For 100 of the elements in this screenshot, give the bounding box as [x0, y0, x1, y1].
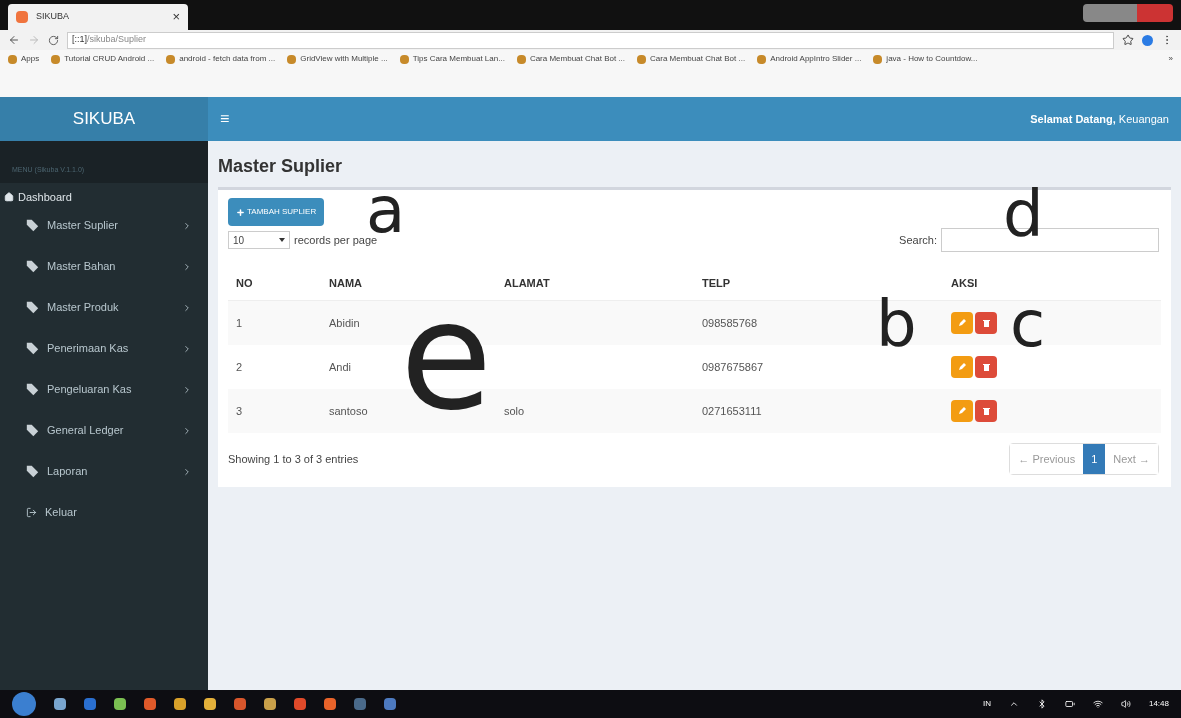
taskbar-app-icon[interactable]	[324, 698, 336, 710]
pencil-icon	[958, 319, 966, 327]
sidebar-item[interactable]: Keluar	[0, 492, 208, 533]
table-cell-text: 0987675867	[701, 359, 765, 375]
add-button[interactable]: TAMBAH SUPLIER	[228, 198, 325, 226]
star-icon[interactable]	[1122, 34, 1134, 46]
chevron-icon	[182, 261, 192, 272]
taskbar-app-icon[interactable]	[114, 698, 126, 710]
column-header[interactable]: ALAMAT	[496, 274, 694, 292]
table-cell-text: 2	[235, 359, 244, 375]
sign-out-icon	[26, 507, 37, 518]
chevron-icon	[182, 425, 192, 436]
table-cell-text: 0271653111	[701, 403, 763, 419]
sidebar-item[interactable]: Laporan	[0, 451, 208, 492]
url-host: [::1]	[72, 33, 87, 47]
chevron-icon	[182, 220, 192, 231]
column-header[interactable]: NO	[228, 274, 321, 292]
browser-tab[interactable]: SIKUBA ×	[8, 4, 188, 30]
address-field[interactable]: [::1]/sikuba/Suplier	[67, 31, 1114, 49]
back-icon[interactable]	[8, 34, 20, 46]
tag-icon	[26, 301, 39, 314]
taskbar-app-icon[interactable]	[144, 698, 156, 710]
annotation-letter: e	[400, 300, 493, 413]
table-cell-text: 3	[235, 403, 244, 419]
table-cell-text: Abidin	[328, 315, 361, 331]
tag-icon	[26, 465, 39, 478]
page-size-select[interactable]: 10	[228, 231, 290, 249]
delete-button[interactable]	[975, 356, 997, 378]
home-icon	[4, 192, 14, 202]
chevron-icon	[182, 343, 192, 354]
taskbar-app-icon[interactable]	[264, 698, 276, 710]
pencil-icon	[958, 407, 966, 415]
battery-icon[interactable]	[1064, 699, 1075, 709]
sidebar-item[interactable]: Master Produk	[0, 287, 208, 328]
bookmark-link[interactable]: Tips Cara Membuat Lan...	[399, 53, 505, 65]
search-label: Search:	[899, 232, 937, 248]
trash-icon	[982, 407, 990, 415]
taskbar-app-icon[interactable]	[174, 698, 186, 710]
column-header[interactable]: TELP	[694, 274, 943, 292]
chevron-icon	[182, 302, 192, 313]
bookmark-link[interactable]: Tutorial CRUD Android ...	[51, 53, 155, 65]
extension-icon[interactable]	[1142, 34, 1153, 46]
tag-icon	[26, 424, 39, 437]
start-icon[interactable]	[12, 692, 36, 716]
annotation-letter: c	[1010, 300, 1046, 348]
bookmark-link[interactable]: GridView with Multiple ...	[287, 53, 388, 65]
more-bookmarks-icon[interactable]: »	[1168, 53, 1173, 65]
page-title: Master Suplier	[218, 155, 344, 178]
taskbar-app-icon[interactable]	[204, 698, 216, 710]
taskbar-app-icon[interactable]	[234, 698, 246, 710]
page-size-label: records per page	[294, 233, 378, 248]
sidebar-item[interactable]: Master Suplier	[0, 205, 208, 246]
bookmark-link[interactable]: Apps	[8, 53, 40, 65]
table-cell-text: 098585768	[701, 315, 759, 331]
bookmark-link[interactable]: Cara Membuat Chat Bot ...	[516, 53, 626, 65]
bookmark-link[interactable]: android - fetch data from ...	[166, 53, 276, 65]
greeting-text: Selamat Datang, Keuangan	[1030, 111, 1169, 127]
bookmark-link[interactable]: Cara Membuat Chat Bot ...	[637, 53, 746, 65]
sidebar-item[interactable]: Master Bahan	[0, 246, 208, 287]
tag-icon	[26, 342, 39, 355]
dropdown-arrow-icon	[279, 238, 285, 242]
chevron-icon	[182, 384, 192, 395]
tag-icon	[26, 260, 39, 273]
taskbar-app-icon[interactable]	[294, 698, 306, 710]
bookmark-link[interactable]: java - How to Countdow...	[873, 53, 978, 65]
pagination-button[interactable]: 1	[1083, 444, 1106, 474]
dashboard-link[interactable]: Dashboard	[0, 183, 208, 205]
sidebar-item[interactable]: Pengeluaran Kas	[0, 369, 208, 410]
table-cell-text: Andi	[328, 359, 353, 375]
table-cell-text: santoso	[328, 403, 369, 419]
column-header[interactable]: AKSI	[943, 274, 1161, 292]
delete-button[interactable]	[975, 312, 997, 334]
trash-icon	[982, 363, 990, 371]
pencil-icon	[958, 363, 966, 371]
clock-time[interactable]: 14:48	[1148, 698, 1169, 710]
column-header[interactable]: NAMA	[321, 274, 496, 292]
url-path: /sikuba/Suplier	[87, 33, 147, 47]
plus-icon	[236, 207, 245, 217]
menu-icon[interactable]: ≡	[220, 107, 230, 131]
tab-title: SIKUBA	[36, 10, 70, 24]
tray-expand-icon[interactable]	[1008, 699, 1019, 709]
wifi-icon[interactable]	[1092, 699, 1103, 709]
language-indicator[interactable]: IN	[982, 698, 991, 710]
taskbar-app-icon[interactable]	[84, 698, 96, 710]
volume-icon[interactable]	[1120, 699, 1131, 709]
taskbar-app-icon[interactable]	[54, 698, 66, 710]
sidebar-item[interactable]: General Ledger	[0, 410, 208, 451]
brand-logo[interactable]: SIKUBA	[0, 97, 208, 141]
tag-icon	[26, 219, 39, 232]
bluetooth-icon[interactable]	[1036, 699, 1047, 709]
reload-icon[interactable]	[48, 34, 59, 46]
table-cell: solo	[504, 404, 525, 417]
tag-icon	[26, 383, 39, 396]
close-icon[interactable]: ×	[172, 7, 180, 27]
entries-info: Showing 1 to 3 of 3 entries	[228, 451, 359, 467]
bookmark-link[interactable]: Android AppIntro Slider ...	[757, 53, 862, 65]
sidebar-item[interactable]: Penerimaan Kas	[0, 328, 208, 369]
delete-button[interactable]	[975, 400, 997, 422]
chevron-icon	[182, 466, 192, 477]
taskbar-app-icon[interactable]	[384, 698, 396, 710]
